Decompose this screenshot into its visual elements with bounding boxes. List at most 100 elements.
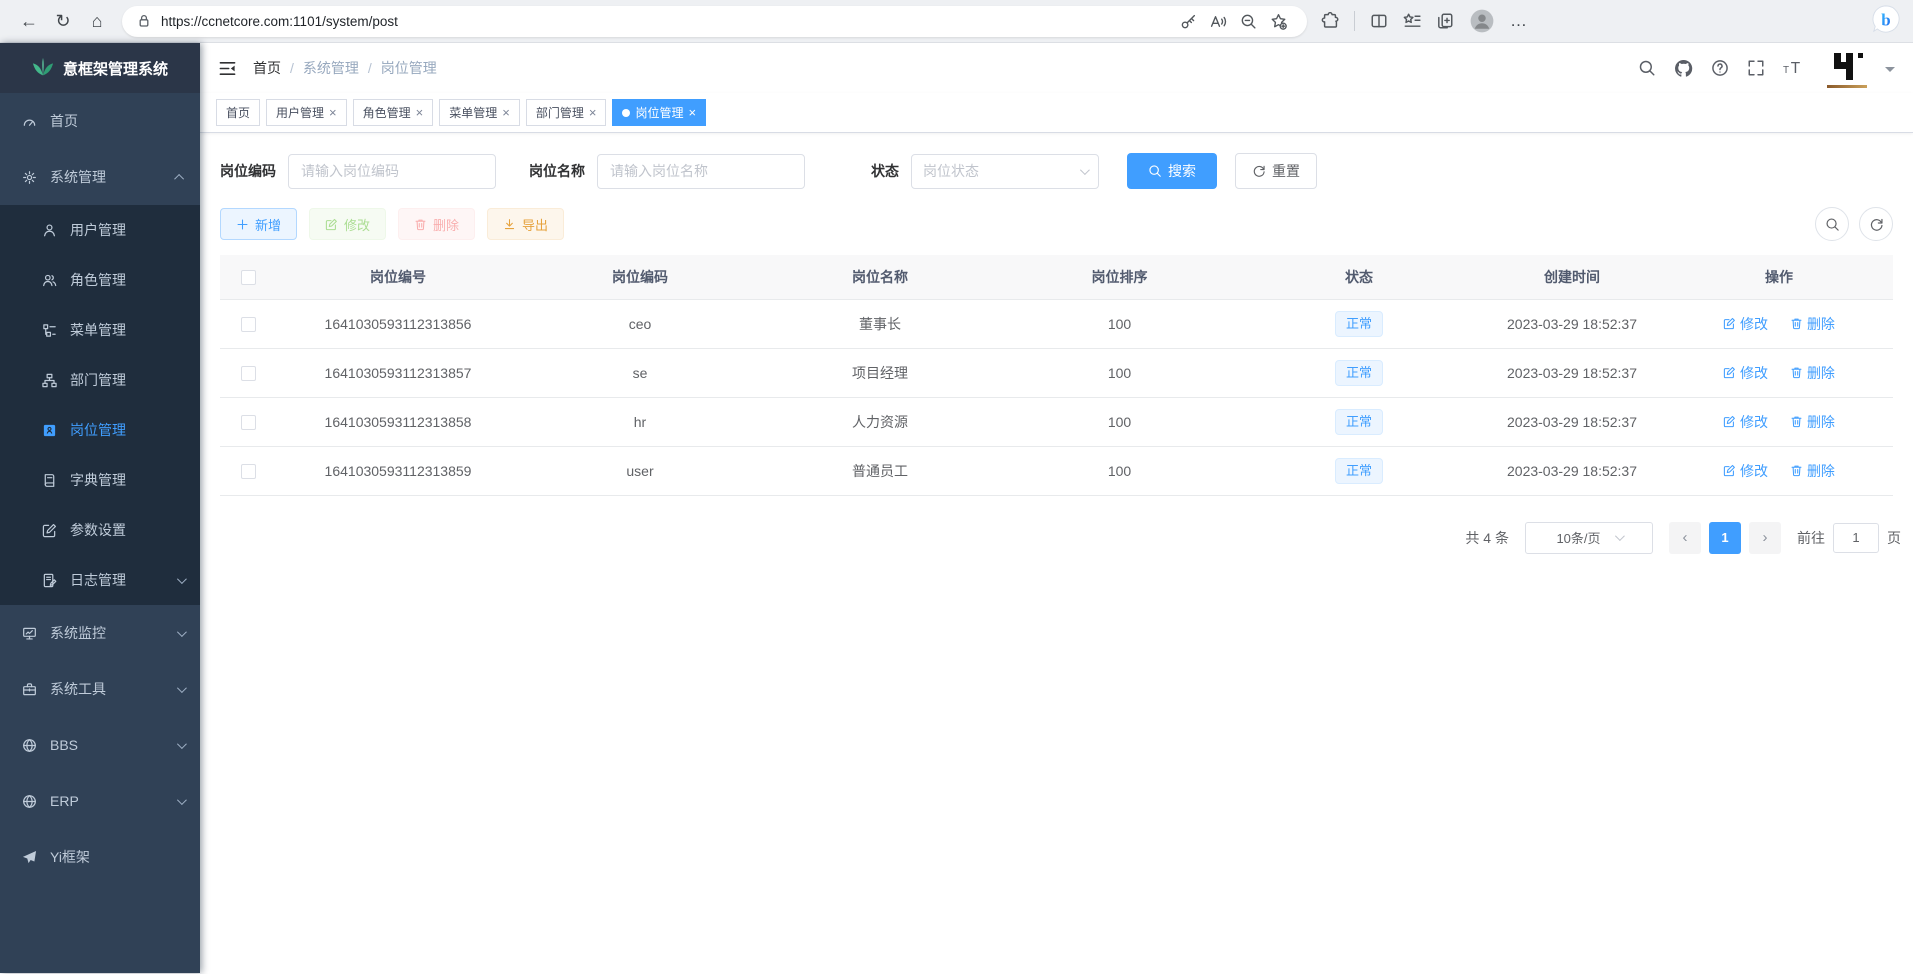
breadcrumb-level2[interactable]: 岗位管理	[381, 58, 437, 78]
read-aloud-icon[interactable]	[1203, 7, 1233, 35]
extensions-puzzle-icon[interactable]	[1321, 12, 1339, 30]
font-size-icon[interactable]: TT	[1783, 59, 1805, 77]
row-delete-button[interactable]: 删除	[1790, 314, 1835, 334]
browser-refresh-button[interactable]: ↻	[46, 4, 80, 38]
toolbox-icon	[22, 682, 37, 697]
page-size-select[interactable]: 10条/页	[1525, 522, 1653, 554]
next-page-button[interactable]: ›	[1749, 522, 1781, 554]
sidebar-item-label: BBS	[50, 737, 78, 753]
org-tree-icon	[42, 373, 57, 388]
sidebar-item-dept-mgmt[interactable]: 部门管理	[0, 355, 200, 405]
tab-close-icon[interactable]: ×	[329, 105, 337, 120]
password-key-icon[interactable]	[1173, 7, 1203, 35]
sidebar-item-system-mgmt[interactable]: 系统管理	[0, 149, 200, 205]
row-checkbox[interactable]	[241, 464, 256, 479]
copilot-bing-icon[interactable]: b	[1871, 4, 1901, 39]
breadcrumb-home[interactable]: 首页	[253, 58, 281, 78]
tab-close-icon[interactable]: ×	[589, 105, 597, 120]
sidebar-item-menu-mgmt[interactable]: 菜单管理	[0, 305, 200, 355]
breadcrumb-separator: /	[368, 60, 372, 76]
row-edit-button[interactable]: 修改	[1723, 314, 1768, 334]
row-checkbox[interactable]	[241, 415, 256, 430]
row-edit-button[interactable]: 修改	[1723, 363, 1768, 383]
address-bar[interactable]: https://ccnetcore.com:1101/system/post	[122, 6, 1307, 37]
sidebar-item-label: 首页	[50, 111, 78, 131]
tab-home[interactable]: 首页	[216, 99, 260, 126]
tab-label: 角色管理	[363, 104, 411, 121]
browser-home-button[interactable]: ⌂	[80, 4, 114, 38]
tab-menu-mgmt[interactable]: 菜单管理 ×	[439, 99, 520, 126]
tab-user-mgmt[interactable]: 用户管理 ×	[266, 99, 347, 126]
status-select[interactable]: 岗位状态	[911, 154, 1099, 189]
edit-button[interactable]: 修改	[309, 208, 386, 240]
sidebar-item-system-tools[interactable]: 系统工具	[0, 661, 200, 717]
tab-role-mgmt[interactable]: 角色管理 ×	[353, 99, 434, 126]
browser-back-button[interactable]: ←	[12, 4, 46, 38]
export-button[interactable]: 导出	[487, 208, 564, 240]
sidebar-item-erp[interactable]: ERP	[0, 773, 200, 829]
sidebar-item-post-mgmt[interactable]: 岗位管理	[0, 405, 200, 455]
sidebar-item-log-mgmt[interactable]: 日志管理	[0, 555, 200, 605]
delete-button[interactable]: 删除	[398, 208, 475, 240]
sidebar-item-home[interactable]: 首页	[0, 93, 200, 149]
fullscreen-icon[interactable]	[1747, 59, 1765, 77]
globe-icon	[22, 794, 37, 809]
collections-icon[interactable]	[1403, 12, 1421, 30]
tab-dept-mgmt[interactable]: 部门管理 ×	[526, 99, 607, 126]
tab-close-icon[interactable]: ×	[416, 105, 424, 120]
add-button[interactable]: 新增	[220, 208, 297, 240]
page-number-1[interactable]: 1	[1709, 522, 1741, 554]
row-edit-button[interactable]: 修改	[1723, 461, 1768, 481]
tab-post-mgmt[interactable]: 岗位管理 ×	[612, 99, 706, 126]
col-create-time: 创建时间	[1479, 255, 1665, 299]
help-icon[interactable]	[1711, 59, 1729, 77]
user-menu-caret-icon[interactable]	[1885, 67, 1895, 77]
row-edit-button[interactable]: 修改	[1723, 412, 1768, 432]
sidebar-item-dict-mgmt[interactable]: 字典管理	[0, 455, 200, 505]
tab-actions-icon[interactable]	[1436, 12, 1454, 30]
cell-post-code: ceo	[520, 299, 760, 348]
row-checkbox[interactable]	[241, 317, 256, 332]
row-delete-button[interactable]: 删除	[1790, 412, 1835, 432]
sidebar-item-yi-framework[interactable]: Yi框架	[0, 829, 200, 885]
github-icon[interactable]	[1674, 59, 1693, 78]
sidebar-item-bbs[interactable]: BBS	[0, 717, 200, 773]
cell-create-time: 2023-03-29 18:52:37	[1479, 446, 1665, 495]
sidebar-item-user-mgmt[interactable]: 用户管理	[0, 205, 200, 255]
sidebar-item-label: 系统管理	[50, 167, 106, 187]
sidebar-item-label: Yi框架	[50, 847, 90, 867]
status-badge: 正常	[1335, 409, 1383, 435]
app-logo[interactable]: 意框架管理系统	[0, 43, 200, 93]
svg-text:b: b	[1881, 10, 1890, 29]
user-avatar[interactable]	[1827, 48, 1867, 88]
goto-page-input[interactable]	[1833, 523, 1879, 553]
tab-close-icon[interactable]: ×	[688, 105, 696, 120]
cell-post-id: 1641030593112313856	[276, 299, 520, 348]
cell-post-name: 人力资源	[760, 397, 1000, 446]
post-name-input[interactable]	[597, 154, 805, 189]
zoom-out-icon[interactable]	[1233, 7, 1263, 35]
favorite-star-icon[interactable]	[1263, 7, 1293, 35]
prev-page-button[interactable]: ‹	[1669, 522, 1701, 554]
sidebar-item-system-monitor[interactable]: 系统监控	[0, 605, 200, 661]
post-code-input[interactable]	[288, 154, 496, 189]
header-search-icon[interactable]	[1638, 59, 1656, 77]
breadcrumb-level1[interactable]: 系统管理	[303, 58, 359, 78]
profile-avatar-icon[interactable]	[1469, 8, 1495, 34]
sidebar-item-role-mgmt[interactable]: 角色管理	[0, 255, 200, 305]
row-delete-button[interactable]: 删除	[1790, 363, 1835, 383]
refresh-table-button[interactable]	[1859, 207, 1893, 241]
tab-close-icon[interactable]: ×	[502, 105, 510, 120]
sidebar-item-param-settings[interactable]: 参数设置	[0, 505, 200, 555]
select-all-checkbox[interactable]	[241, 270, 256, 285]
browser-settings-menu-icon[interactable]: …	[1510, 11, 1528, 31]
sidebar-collapse-icon[interactable]	[218, 59, 237, 78]
split-screen-icon[interactable]	[1370, 12, 1388, 30]
reset-button[interactable]: 重置	[1235, 153, 1317, 189]
cell-create-time: 2023-03-29 18:52:37	[1479, 299, 1665, 348]
show-search-toggle-button[interactable]	[1815, 207, 1849, 241]
search-button[interactable]: 搜索	[1127, 153, 1217, 189]
row-delete-button[interactable]: 删除	[1790, 461, 1835, 481]
sidebar-item-label: 系统工具	[50, 679, 106, 699]
row-checkbox[interactable]	[241, 366, 256, 381]
